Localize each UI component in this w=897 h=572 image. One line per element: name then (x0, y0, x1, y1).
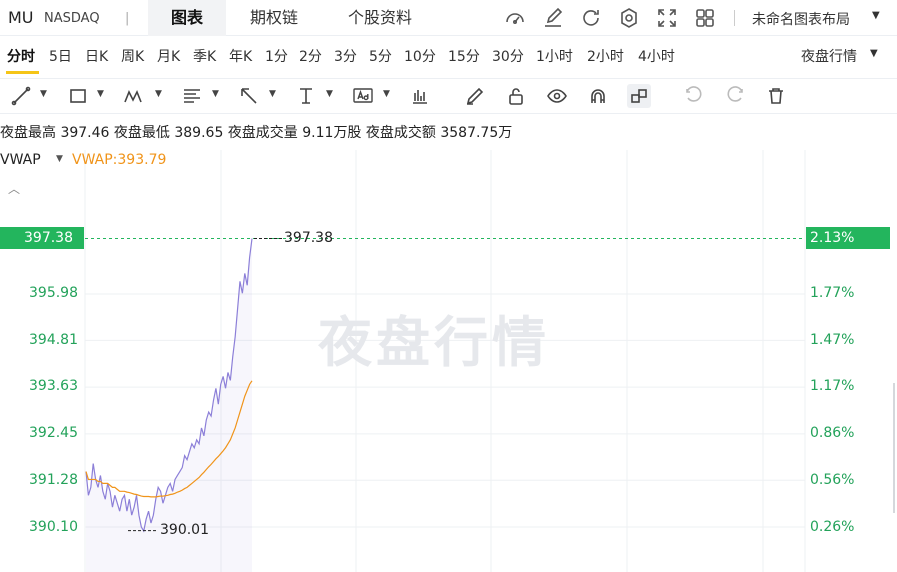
caret-down-icon[interactable]: ▼ (383, 89, 390, 99)
layout-select[interactable]: 未命名图表布局 (752, 9, 850, 29)
fullscreen-icon[interactable] (655, 6, 679, 30)
y-tick-pct: 0.56% (810, 472, 855, 488)
caret-down-icon[interactable]: ▼ (40, 89, 47, 99)
watermark: 夜盘行情 (318, 311, 550, 374)
amount-label: 夜盘成交额 (365, 125, 436, 141)
y-tick-price: 391.28 (29, 472, 78, 488)
period-4h[interactable]: 4小时 (638, 46, 675, 66)
lock-icon[interactable] (504, 84, 528, 108)
period-2h[interactable]: 2小时 (587, 46, 624, 66)
y-tick-pct: 1.77% (810, 285, 855, 301)
chevron-up-icon[interactable]: ︿ (8, 180, 20, 197)
eye-icon[interactable] (545, 84, 569, 108)
settings-icon[interactable] (617, 6, 641, 30)
period-30m[interactable]: 30分 (492, 46, 524, 66)
exchange-label: NASDAQ (44, 11, 100, 26)
period-month[interactable]: 月K (157, 46, 180, 66)
low-label: 夜盘最低 (113, 125, 170, 141)
caret-down-icon[interactable]: ▼ (326, 89, 333, 99)
high-marker-label: 397.38 (284, 230, 333, 246)
arrow-icon[interactable] (237, 84, 261, 108)
active-period-indicator (6, 71, 39, 74)
amount-value: 3587.75万 (440, 125, 513, 141)
y-tick-price: 395.98 (29, 285, 78, 301)
caret-down-icon[interactable]: ▼ (872, 10, 880, 21)
rectangle-icon[interactable] (66, 84, 90, 108)
current-price-label: 397.38 (0, 227, 84, 249)
volume-value: 9.11万股 (302, 125, 362, 141)
caret-down-icon[interactable]: ▼ (269, 89, 276, 99)
period-bar: 分时 5日 日K 周K 月K 季K 年K 1分 2分 3分 5分 10分 15分… (0, 36, 897, 74)
session-stats: 夜盘最高 397.46 夜盘最低 389.65 夜盘成交量 9.11万股 夜盘成… (0, 122, 512, 142)
edit-icon[interactable] (541, 6, 565, 30)
pattern-icon[interactable] (122, 84, 146, 108)
caret-down-icon[interactable]: ▼ (155, 89, 162, 99)
y-tick-pct: 0.26% (810, 519, 855, 535)
indicator-name[interactable]: VWAP (0, 152, 41, 168)
period-5m[interactable]: 5分 (369, 46, 392, 66)
period-week[interactable]: 周K (121, 46, 144, 66)
text-icon[interactable] (351, 84, 375, 108)
top-bar: MU NASDAQ | 图表 期权链 个股资料 未命名图表布局 ▼ (0, 0, 897, 36)
volume-icon[interactable] (408, 84, 432, 108)
y-tick-pct: 1.47% (810, 332, 855, 348)
magnet-icon[interactable] (586, 84, 610, 108)
period-3m[interactable]: 3分 (334, 46, 357, 66)
high-label: 夜盘最高 (0, 125, 56, 141)
period-2m[interactable]: 2分 (299, 46, 322, 66)
group-icon[interactable] (627, 84, 651, 108)
speedometer-icon[interactable] (503, 6, 527, 30)
period-intraday[interactable]: 分时 (7, 46, 35, 66)
y-tick-price: 390.10 (29, 519, 78, 535)
caret-down-icon[interactable]: ▼ (212, 89, 219, 99)
y-tick-pct: 0.86% (810, 425, 855, 441)
period-5d[interactable]: 5日 (49, 46, 72, 66)
ticker-symbol: MU (8, 8, 34, 27)
y-tick-price: 394.81 (29, 332, 78, 348)
scrollbar[interactable] (893, 383, 895, 513)
grid-icon[interactable] (693, 6, 717, 30)
trash-icon[interactable] (764, 84, 788, 108)
fib-icon[interactable] (180, 84, 204, 108)
current-pct-label: 2.13% (806, 227, 890, 249)
tab-stock-profile[interactable]: 个股资料 (330, 0, 430, 36)
caret-down-icon[interactable]: ▼ (56, 154, 63, 164)
period-quarter[interactable]: 季K (193, 46, 216, 66)
pencil-icon[interactable] (463, 84, 487, 108)
period-year[interactable]: 年K (229, 46, 252, 66)
period-1m[interactable]: 1分 (265, 46, 288, 66)
header-separator: | (125, 11, 130, 26)
caret-down-icon[interactable]: ▼ (97, 89, 104, 99)
measure-icon[interactable] (294, 84, 318, 108)
layout-divider (734, 10, 735, 26)
redo-icon[interactable] (723, 84, 747, 108)
y-tick-pct: 1.17% (810, 378, 855, 394)
low-marker-label: 390.01 (160, 522, 209, 538)
tab-chart[interactable]: 图表 (148, 0, 226, 36)
y-tick-price: 392.45 (29, 425, 78, 441)
session-select[interactable]: 夜盘行情 (801, 46, 857, 66)
undo-icon[interactable] (682, 84, 706, 108)
tab-options-chain[interactable]: 期权链 (234, 0, 314, 36)
low-value: 389.65 (174, 125, 224, 141)
period-1h[interactable]: 1小时 (536, 46, 573, 66)
y-tick-price: 393.63 (29, 378, 78, 394)
caret-down-icon[interactable]: ▼ (870, 48, 878, 59)
high-value: 397.46 (60, 125, 110, 141)
period-day[interactable]: 日K (85, 46, 108, 66)
period-10m[interactable]: 10分 (404, 46, 436, 66)
indicator-value: VWAP:393.79 (72, 152, 167, 168)
volume-label: 夜盘成交量 (227, 125, 298, 141)
trend-line-icon[interactable] (9, 84, 33, 108)
period-15m[interactable]: 15分 (448, 46, 480, 66)
refresh-icon[interactable] (579, 6, 603, 30)
